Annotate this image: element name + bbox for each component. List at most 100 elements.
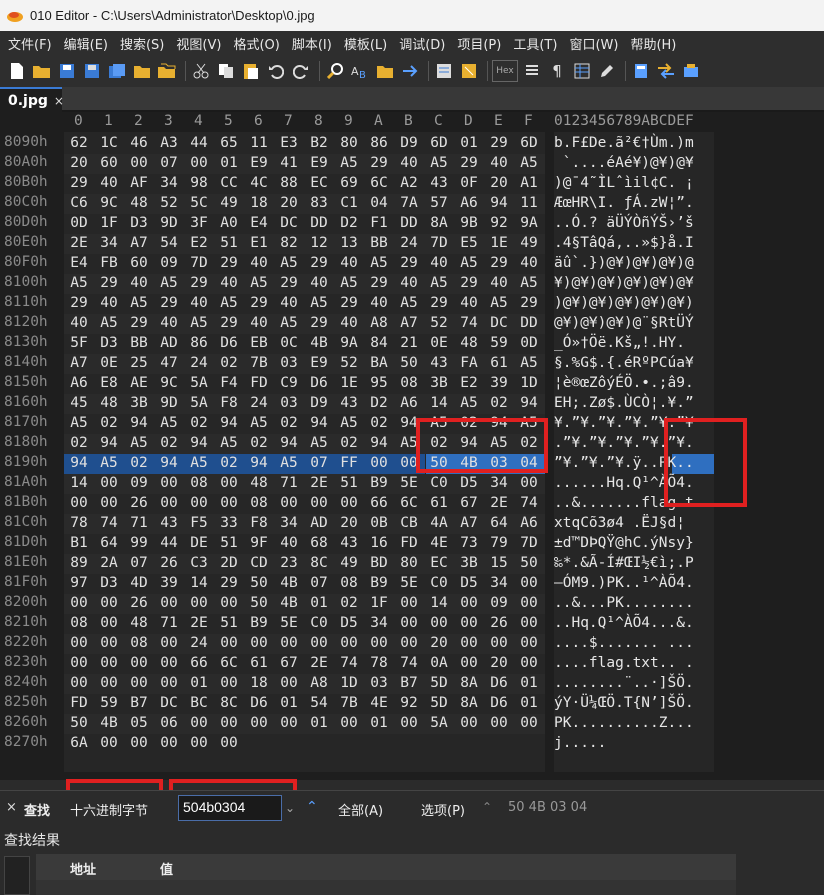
hex-byte[interactable]: 00 — [126, 674, 152, 692]
hex-byte[interactable]: 00 — [366, 634, 392, 652]
hex-byte[interactable]: 92 — [396, 694, 422, 712]
hex-byte[interactable]: 07 — [156, 154, 182, 172]
hex-byte[interactable]: 40 — [276, 294, 302, 312]
hex-byte[interactable]: 94 — [306, 414, 332, 432]
hex-byte[interactable]: 51 — [216, 614, 242, 632]
hex-byte[interactable]: 00 — [66, 674, 92, 692]
hex-byte[interactable]: 49 — [216, 194, 242, 212]
hex-byte[interactable]: 83 — [306, 194, 332, 212]
search-type-dropdown[interactable]: 十六进制字节 — [70, 800, 148, 819]
ascii-text[interactable]: @¥)@¥)@¥)@¨§RtÜÝ — [554, 314, 714, 332]
hex-byte[interactable]: 00 — [516, 594, 542, 612]
hex-byte[interactable]: E2 — [456, 374, 482, 392]
hex-byte[interactable]: B1 — [66, 534, 92, 552]
ascii-text[interactable]: xtqCõ3ø4­ .ËJ§d¦ — [554, 514, 714, 532]
hex-byte[interactable]: 29 — [486, 254, 512, 272]
hex-byte[interactable]: 9F — [246, 534, 272, 552]
hex-row[interactable]: 8210h 08 00 48 71 2E 51 B9 5E C0 D5 34 00 00 00 26 00 ..H… — [0, 614, 824, 634]
hex-byte[interactable]: 95 — [366, 374, 392, 392]
hex-byte[interactable]: 2E — [306, 474, 332, 492]
hex-byte[interactable]: 11 — [246, 134, 272, 152]
hex-byte[interactable]: 0F — [456, 174, 482, 192]
hex-byte[interactable]: 40 — [66, 314, 92, 332]
hex-byte[interactable]: 00 — [216, 634, 242, 652]
hex-byte[interactable]: 40 — [126, 274, 152, 292]
hex-byte[interactable]: 08 — [246, 494, 272, 512]
hex-byte[interactable]: 97 — [66, 574, 92, 592]
hex-mode-button[interactable]: Hex — [492, 60, 518, 82]
calculator-icon[interactable] — [630, 60, 652, 82]
ascii-text[interactable]: )@¯4˜ÌLˆìil¢C. ¡ — [554, 174, 714, 192]
hex-byte[interactable]: A5 — [516, 354, 542, 372]
hex-row[interactable]: 80B0h 29 40 AF 34 98 CC 4C 88 EC 69 6C A2 43 0F 20 A1)@¯… — [0, 174, 824, 194]
hex-byte[interactable]: D3 — [96, 574, 122, 592]
hex-byte[interactable]: 00 — [306, 634, 332, 652]
hex-byte[interactable]: 02 — [186, 414, 212, 432]
hex-byte[interactable]: A5 — [396, 294, 422, 312]
hex-byte[interactable]: 02 — [246, 434, 272, 452]
checksum-icon[interactable] — [680, 60, 702, 82]
hex-byte[interactable]: 52 — [156, 194, 182, 212]
hex-byte[interactable]: 24 — [186, 354, 212, 372]
hex-byte[interactable]: 00 — [456, 614, 482, 632]
hex-byte[interactable]: 43 — [156, 514, 182, 532]
hex-byte[interactable]: 01 — [306, 714, 332, 732]
hex-byte[interactable]: A5 — [366, 254, 392, 272]
hex-byte[interactable]: 11 — [516, 194, 542, 212]
hex-byte[interactable]: A5 — [246, 414, 272, 432]
ascii-text[interactable]: EH;.Zø$.ÙCÒ¦.¥.” — [554, 394, 714, 412]
hex-byte[interactable]: 86 — [186, 334, 212, 352]
hex-byte[interactable]: 20 — [276, 194, 302, 212]
hex-byte[interactable]: 94 — [96, 434, 122, 452]
hex-byte[interactable]: 0A — [426, 654, 452, 672]
hex-byte[interactable]: 00 — [516, 634, 542, 652]
hex-byte[interactable]: 7D — [516, 534, 542, 552]
hex-byte[interactable]: 34 — [486, 474, 512, 492]
hex-byte[interactable]: 00 — [156, 474, 182, 492]
hex-byte[interactable]: 00 — [456, 654, 482, 672]
hex-byte[interactable]: 34 — [366, 614, 392, 632]
menu-template[interactable]: 模板(L) — [336, 34, 387, 53]
hex-byte[interactable]: 9C — [96, 194, 122, 212]
hex-byte[interactable]: A5 — [126, 434, 152, 452]
hex-byte[interactable]: C1 — [336, 194, 362, 212]
hex-byte[interactable]: A5 — [186, 314, 212, 332]
hex-byte[interactable]: 1D — [516, 374, 542, 392]
hex-byte[interactable]: A6 — [516, 514, 542, 532]
hex-byte[interactable]: 00 — [216, 474, 242, 492]
hex-byte[interactable]: 71 — [126, 514, 152, 532]
hex-byte[interactable]: 89 — [66, 554, 92, 572]
hex-byte[interactable]: 94 — [516, 394, 542, 412]
hex-byte[interactable]: 00 — [276, 674, 302, 692]
hex-byte[interactable]: 5A — [186, 394, 212, 412]
find-previous-icon[interactable]: ⌃ — [306, 799, 318, 815]
hex-byte[interactable]: 52 — [336, 354, 362, 372]
hex-byte[interactable]: 39 — [156, 574, 182, 592]
hex-byte[interactable]: 00 — [96, 494, 122, 512]
hex-byte[interactable]: D6 — [486, 694, 512, 712]
hex-byte[interactable]: 48 — [456, 334, 482, 352]
hex-byte[interactable]: 13 — [336, 234, 362, 252]
hex-byte[interactable]: 43 — [336, 394, 362, 412]
hex-byte[interactable]: 80 — [396, 554, 422, 572]
hex-byte[interactable]: D5 — [456, 574, 482, 592]
hex-byte[interactable]: 3B — [126, 394, 152, 412]
hex-byte[interactable]: 00 — [186, 494, 212, 512]
hex-byte[interactable]: 7A — [396, 194, 422, 212]
hex-byte[interactable]: 00 — [456, 714, 482, 732]
ascii-text[interactable]: ..Ó.? äÜÝÒñÝŠ›’š — [554, 214, 714, 232]
menu-tools[interactable]: 工具(T) — [505, 34, 557, 53]
hex-byte[interactable]: 29 — [486, 134, 512, 152]
menu-project[interactable]: 项目(P) — [449, 34, 501, 53]
hex-byte[interactable]: 40 — [396, 274, 422, 292]
hex-byte[interactable]: 61 — [426, 494, 452, 512]
hex-byte[interactable]: 7D — [426, 234, 452, 252]
hex-byte[interactable]: A5 — [276, 254, 302, 272]
hex-byte[interactable]: D2 — [366, 394, 392, 412]
hex-byte[interactable]: 00 — [396, 634, 422, 652]
menu-debug[interactable]: 调试(D) — [391, 34, 445, 53]
hex-byte[interactable]: 40 — [96, 294, 122, 312]
hex-byte[interactable]: 0D — [66, 214, 92, 232]
hex-byte[interactable]: 48 — [96, 394, 122, 412]
hex-byte[interactable]: A7 — [126, 234, 152, 252]
